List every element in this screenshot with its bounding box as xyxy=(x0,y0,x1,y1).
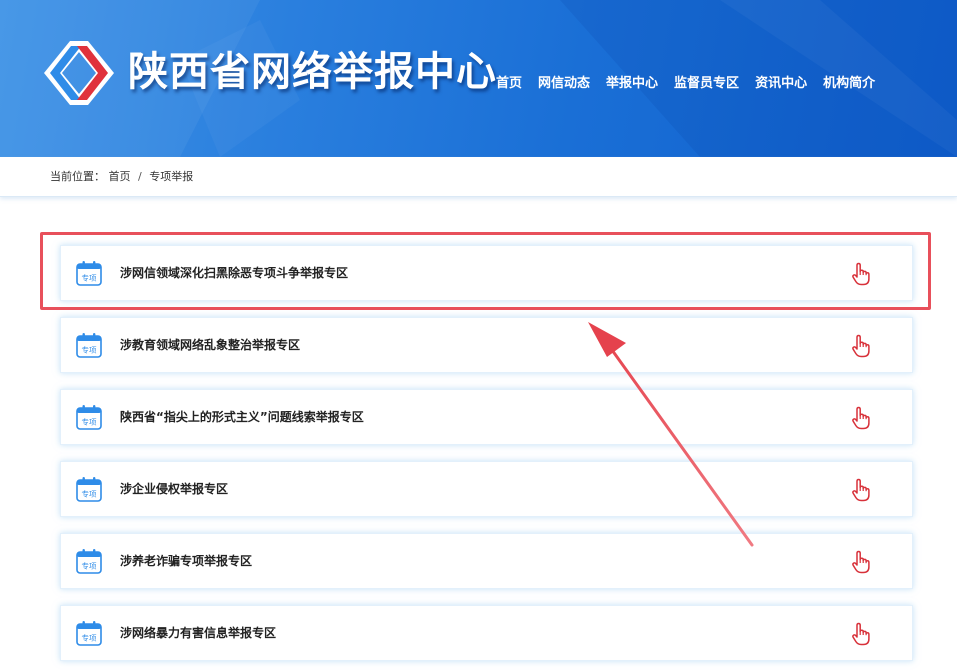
nav-supervisor-zone[interactable]: 监督员专区 xyxy=(674,72,739,96)
nav-report-center[interactable]: 举报中心 xyxy=(606,72,658,96)
main-nav: 首页 网信动态 举报中心 监督员专区 资讯中心 机构简介 xyxy=(496,72,875,96)
list-item-label: 涉教育领域网络乱象整治举报专区 xyxy=(120,338,301,352)
breadcrumb-bar: 当前位置： 首页 / 专项举报 xyxy=(0,157,957,197)
hand-pointer-icon xyxy=(852,622,870,646)
breadcrumb-prefix: 当前位置： xyxy=(50,170,105,183)
badge-text: 专项 xyxy=(82,633,97,643)
list-item-label: 涉网信领域深化扫黑除恶专项斗争举报专区 xyxy=(120,266,349,280)
list-item-label: 涉网络暴力有害信息举报专区 xyxy=(120,626,277,640)
site-logo[interactable] xyxy=(40,38,118,108)
nav-info-center[interactable]: 资讯中心 xyxy=(755,72,807,96)
hand-pointer-icon xyxy=(852,262,870,286)
list-item-label: 涉企业侵权举报专区 xyxy=(120,482,229,496)
breadcrumb-home[interactable]: 首页 xyxy=(109,170,131,183)
page: 陕西省网络举报中心 首页 网信动态 举报中心 监督员专区 资讯中心 机构简介 当… xyxy=(0,0,957,670)
badge-text: 专项 xyxy=(82,273,97,283)
calendar-badge-icon: 专项 xyxy=(76,621,102,646)
nav-about[interactable]: 机构简介 xyxy=(823,72,875,96)
list-item[interactable]: 专项 涉养老诈骗专项举报专区 xyxy=(60,533,913,589)
list-item-label: 涉养老诈骗专项举报专区 xyxy=(120,554,253,568)
hand-pointer-icon xyxy=(852,406,870,430)
list-item[interactable]: 专项 涉企业侵权举报专区 xyxy=(60,461,913,517)
nav-home[interactable]: 首页 xyxy=(496,72,522,96)
hand-pointer-icon xyxy=(852,550,870,574)
badge-text: 专项 xyxy=(82,345,97,355)
site-header: 陕西省网络举报中心 首页 网信动态 举报中心 监督员专区 资讯中心 机构简介 xyxy=(0,0,957,157)
badge-text: 专项 xyxy=(82,561,97,571)
badge-text: 专项 xyxy=(82,417,97,427)
hand-pointer-icon xyxy=(852,478,870,502)
list-item[interactable]: 专项 涉网络暴力有害信息举报专区 xyxy=(60,605,913,661)
nav-cyber-news[interactable]: 网信动态 xyxy=(538,72,590,96)
site-title: 陕西省网络举报中心 xyxy=(128,49,497,95)
list-item[interactable]: 专项 陕西省“指尖上的形式主义”问题线索举报专区 xyxy=(60,389,913,445)
breadcrumb-current: 专项举报 xyxy=(149,170,194,183)
calendar-badge-icon: 专项 xyxy=(76,549,102,574)
calendar-badge-icon: 专项 xyxy=(76,261,102,286)
calendar-badge-icon: 专项 xyxy=(76,405,102,430)
list-item[interactable]: 专项 涉网信领域深化扫黑除恶专项斗争举报专区 xyxy=(60,245,913,301)
list-item-label: 陕西省“指尖上的形式主义”问题线索举报专区 xyxy=(120,410,364,424)
calendar-badge-icon: 专项 xyxy=(76,333,102,358)
breadcrumb: 当前位置： 首页 / 专项举报 xyxy=(50,169,193,185)
badge-text: 专项 xyxy=(82,489,97,499)
breadcrumb-separator: / xyxy=(138,170,142,183)
calendar-badge-icon: 专项 xyxy=(76,477,102,502)
hand-pointer-icon xyxy=(852,334,870,358)
list-item[interactable]: 专项 涉教育领域网络乱象整治举报专区 xyxy=(60,317,913,373)
